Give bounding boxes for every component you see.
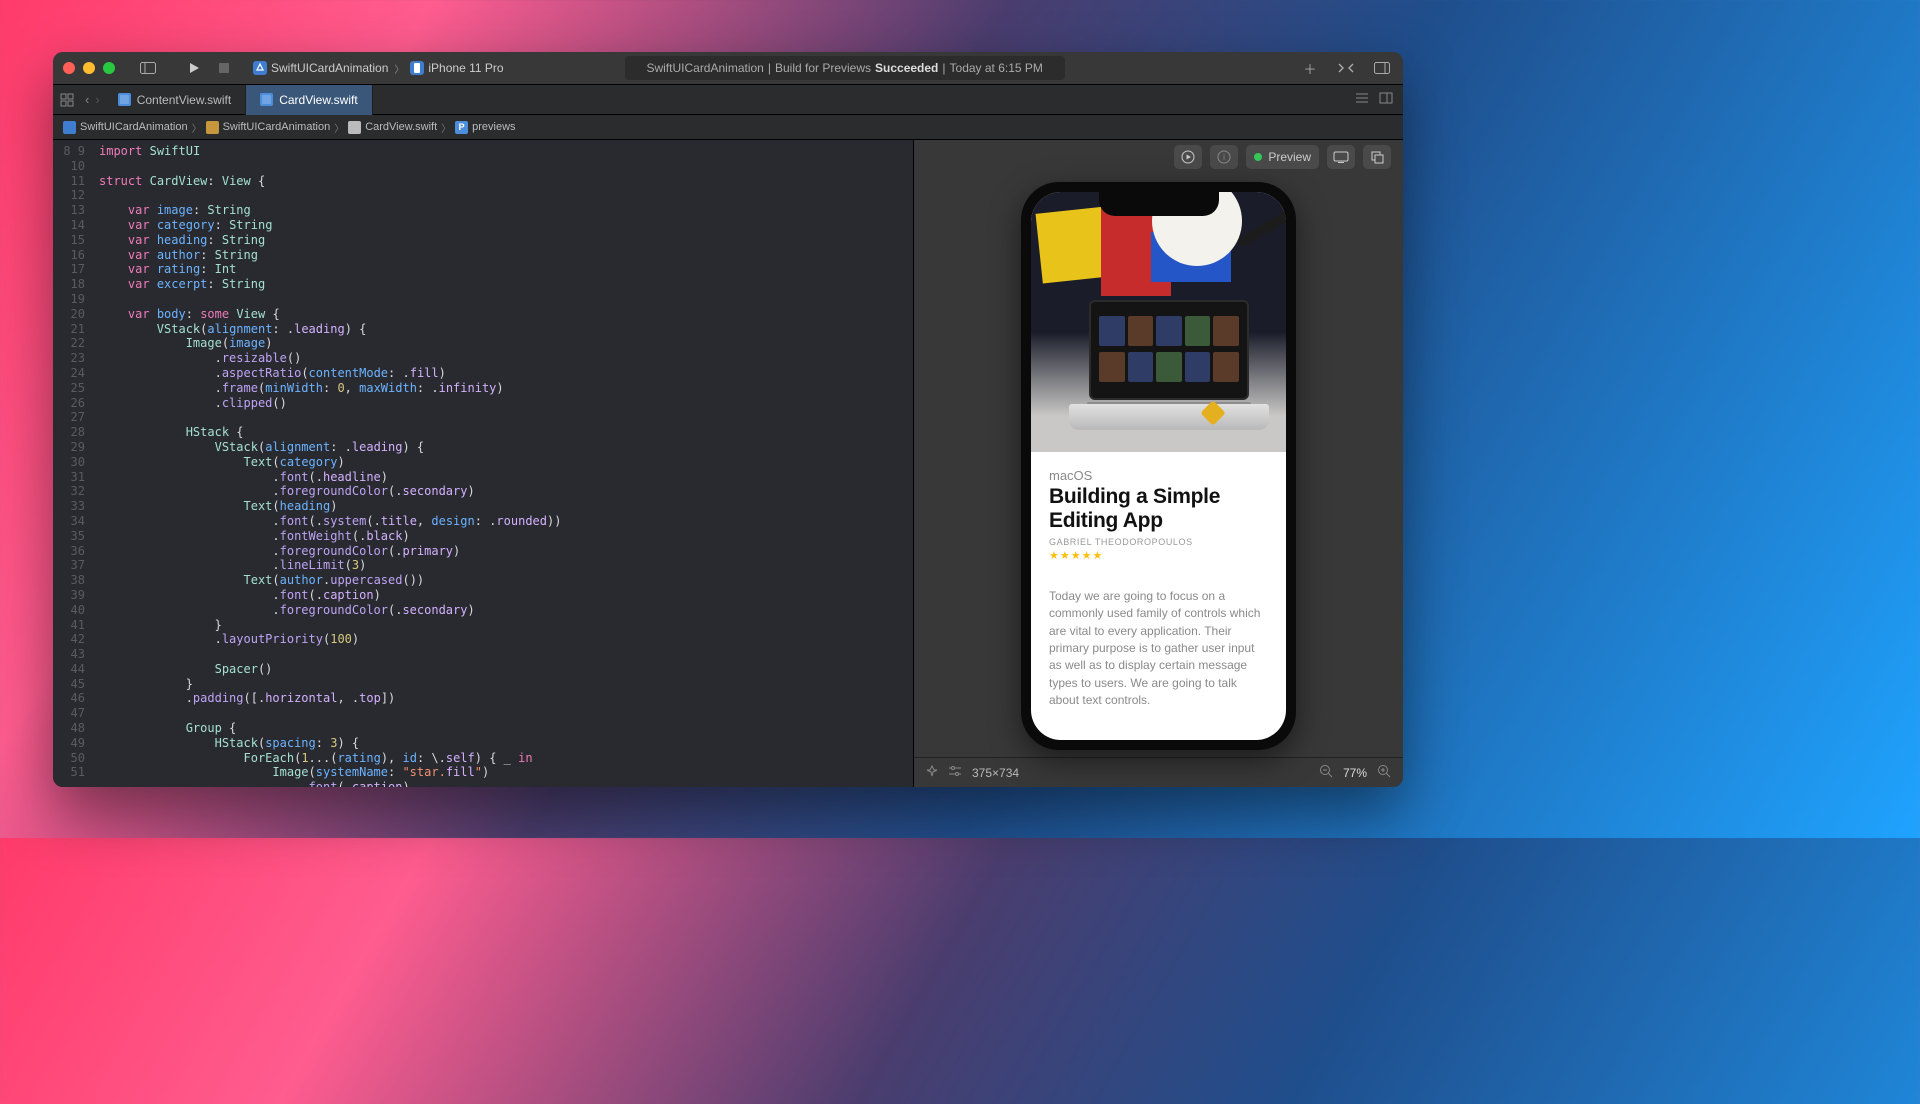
line-gutter: 8 9 10 11 12 13 14 15 16 17 18 19 20 21 … [53,140,93,787]
preview-play-button[interactable] [1174,145,1202,169]
card-heading: Building a Simple Editing App [1049,485,1268,533]
zoom-level: 77% [1343,766,1367,780]
titlebar: SwiftUICardAnimation 〉 iPhone 11 Pro Swi… [53,52,1403,85]
crumb-file: CardView.swift [365,121,437,133]
project-icon [63,121,76,134]
zoom-in-button[interactable] [1377,764,1391,781]
device-icon [410,61,424,75]
code-editor[interactable]: 8 9 10 11 12 13 14 15 16 17 18 19 20 21 … [53,140,913,787]
app-icon [253,61,267,75]
card-excerpt: Today we are going to focus on a commonl… [1031,574,1286,710]
chevron-right-icon: 〉 [192,120,202,135]
related-items-icon[interactable] [53,93,81,107]
preview-status-pill[interactable]: Preview [1246,145,1319,169]
preview-pane: i Preview [913,140,1403,787]
preview-size: 375×734 [972,766,1019,780]
laptop-illustration [1069,300,1269,430]
tab-cardview[interactable]: CardView.swift [246,85,372,115]
window-controls [63,62,115,74]
device-screen: macOS Building a Simple Editing App GABR… [1031,192,1286,740]
card-rating: ★★★★★ [1049,549,1268,562]
stop-button[interactable] [213,57,235,79]
chevron-right-icon: 〉 [441,120,451,135]
scheme-selector[interactable]: SwiftUICardAnimation 〉 iPhone 11 Pro [253,61,504,76]
xcode-window: SwiftUICardAnimation 〉 iPhone 11 Pro Swi… [53,52,1403,787]
main-split: 8 9 10 11 12 13 14 15 16 17 18 19 20 21 … [53,140,1403,787]
crumb-folder: SwiftUICardAnimation [223,121,331,133]
device-frame: macOS Building a Simple Editing App GABR… [1021,182,1296,750]
card-category: macOS [1049,468,1268,483]
nav-back-button[interactable]: ‹ [85,92,89,107]
chevron-right-icon: 〉 [334,120,344,135]
settings-icon[interactable] [948,765,962,780]
preview-status-bar: 375×734 77% [914,757,1403,787]
preview-duplicate-button[interactable] [1363,145,1391,169]
run-button[interactable] [183,57,205,79]
svg-text:i: i [1223,153,1225,162]
status-time: Today at 6:15 PM [950,61,1043,75]
preview-inspect-button[interactable]: i [1210,145,1238,169]
zoom-out-button[interactable] [1319,764,1333,781]
zoom-window-button[interactable] [103,62,115,74]
card-view: macOS Building a Simple Editing App GABR… [1031,192,1286,740]
add-button[interactable]: ＋ [1299,57,1321,79]
crumb-project: SwiftUICardAnimation [80,121,188,133]
swift-file-icon [260,93,273,106]
card-author: GABRIEL THEODOROPOULOS [1049,537,1268,547]
preview-device-button[interactable] [1327,145,1355,169]
tab-bar: ‹ › ContentView.swift CardView.swift [53,85,1403,115]
preview-toolbar: i Preview [914,140,1403,174]
scheme-device: iPhone 11 Pro [428,61,503,75]
scheme-project: SwiftUICardAnimation [271,61,388,75]
tab-label: ContentView.swift [137,93,232,107]
status-action: Build for Previews [775,61,871,75]
nav-forward-button[interactable]: › [95,92,99,107]
card-image [1031,192,1286,452]
chevron-right-icon: 〉 [394,61,404,76]
close-window-button[interactable] [63,62,75,74]
status-result: Succeeded [875,61,938,75]
pin-icon[interactable] [926,765,938,780]
editor-options-icon[interactable] [1355,91,1369,109]
swift-file-icon [118,93,131,106]
folder-icon [206,121,219,134]
status-dot-icon [1254,153,1262,161]
code-review-button[interactable] [1335,57,1357,79]
device-notch [1099,192,1219,216]
swift-file-icon [348,121,361,134]
tab-label: CardView.swift [279,93,357,107]
activity-status[interactable]: SwiftUICardAnimation | Build for Preview… [625,56,1065,80]
crumb-symbol: previews [472,121,515,133]
tab-contentview[interactable]: ContentView.swift [104,85,247,115]
status-project: SwiftUICardAnimation [646,61,763,75]
code-content[interactable]: import SwiftUI struct CardView: View { v… [93,140,913,787]
library-toggle-icon[interactable] [1371,57,1393,79]
breadcrumb[interactable]: SwiftUICardAnimation 〉 SwiftUICardAnimat… [53,115,1403,140]
adjust-editor-icon[interactable] [1379,91,1393,109]
property-icon: P [455,121,468,134]
preview-canvas[interactable]: macOS Building a Simple Editing App GABR… [914,174,1403,757]
minimize-window-button[interactable] [83,62,95,74]
preview-label: Preview [1268,150,1311,164]
sidebar-toggle-icon[interactable] [137,57,159,79]
